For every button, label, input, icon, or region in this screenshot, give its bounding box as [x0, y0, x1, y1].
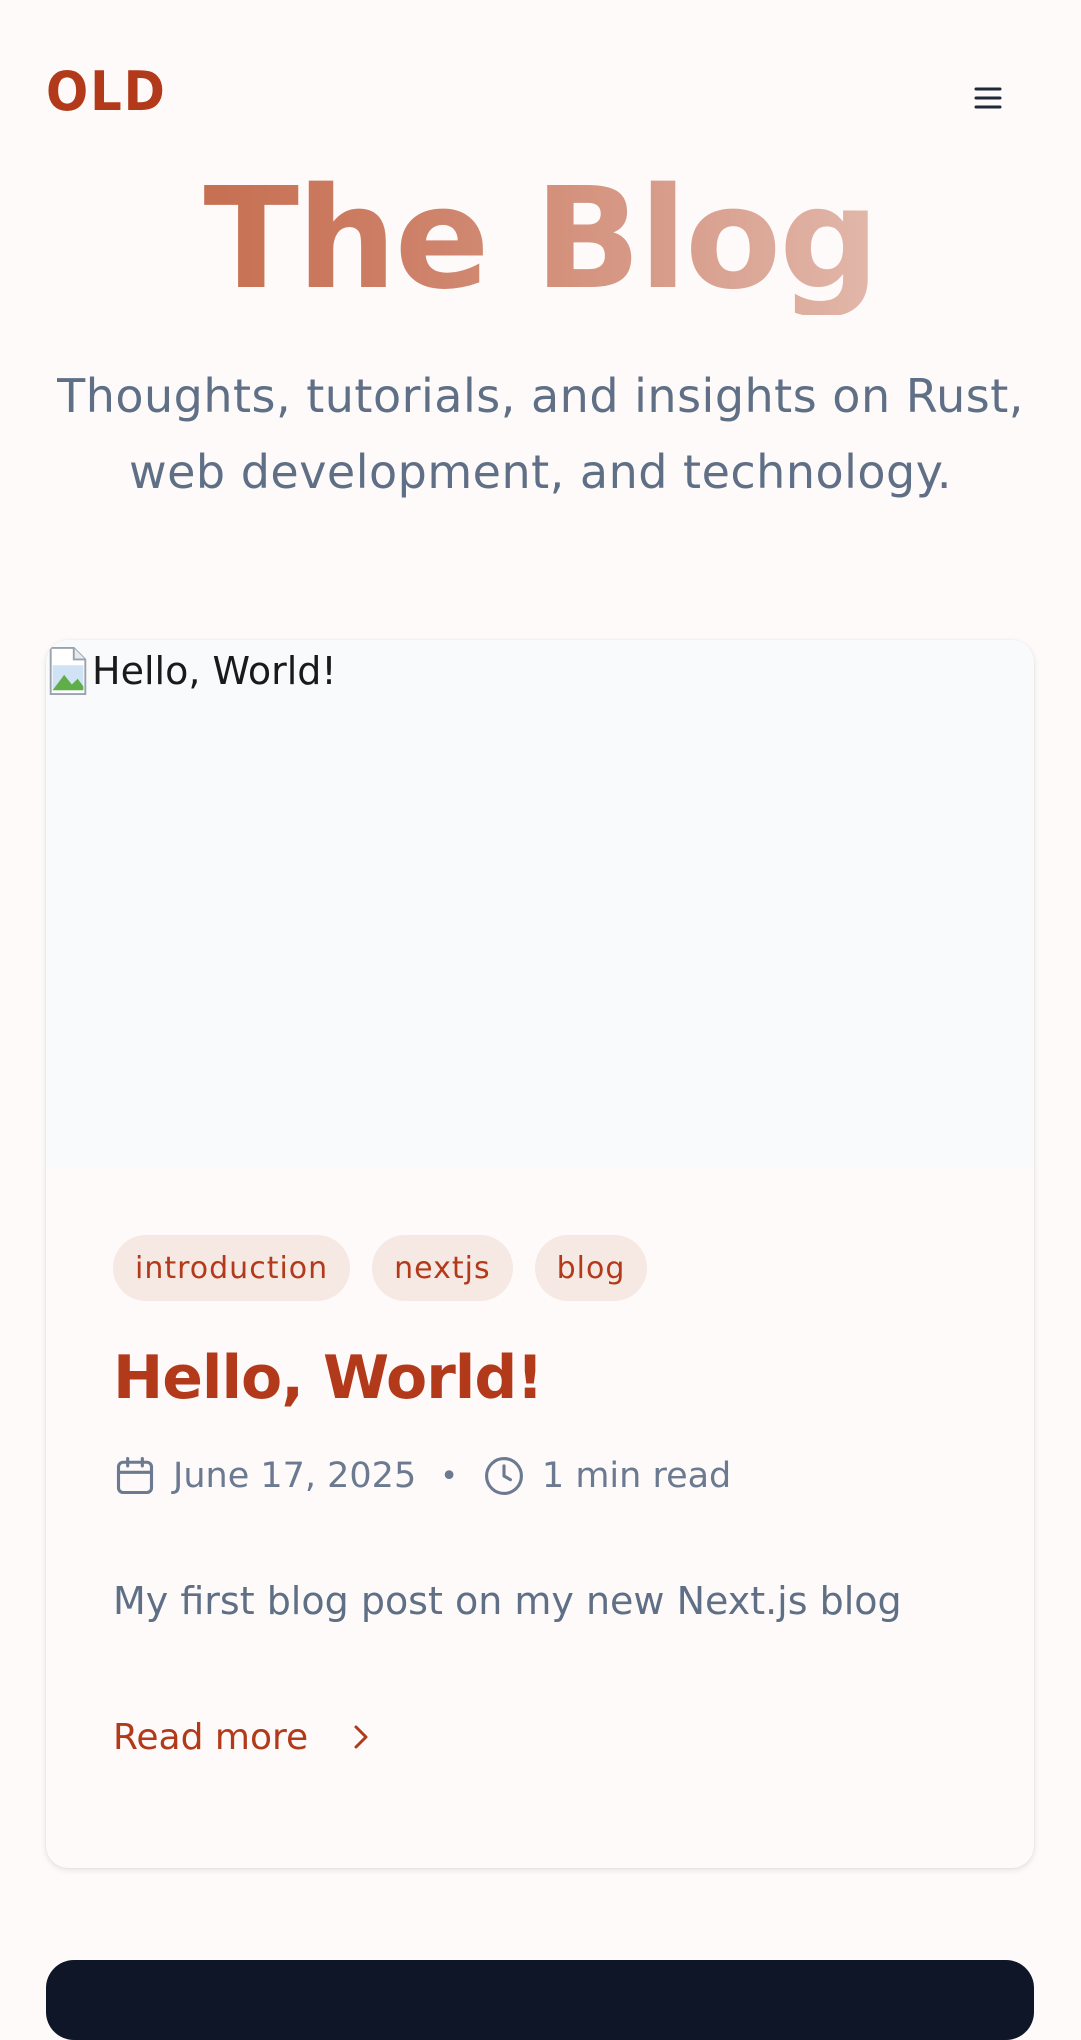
tag-blog[interactable]: blog	[534, 1235, 648, 1301]
page-subtitle: Thoughts, tutorials, and insights on Rus…	[57, 369, 1024, 499]
post-cover-image[interactable]: Hello, World!	[46, 640, 1034, 1168]
broken-image-icon	[49, 646, 87, 696]
broken-image: Hello, World!	[46, 640, 337, 702]
post-date: June 17, 2025	[173, 1456, 417, 1496]
chevron-right-icon	[354, 1725, 368, 1749]
read-more-label: Read more	[113, 1716, 309, 1758]
clock-icon	[484, 1457, 523, 1495]
post-read-time: 1 min read	[541, 1456, 732, 1496]
calendar-icon	[116, 1457, 154, 1495]
post-card[interactable]: Hello, World! introduction nextjs blog H…	[46, 640, 1034, 1868]
tag-nextjs[interactable]: nextjs	[372, 1235, 513, 1301]
post-meta: June 17, 2025 • 1 min read	[113, 1448, 731, 1504]
meta-separator: •	[440, 1458, 458, 1494]
post-title[interactable]: Hello, World!	[113, 1340, 544, 1416]
post-excerpt: My first blog post on my new Next.js blo…	[113, 1579, 902, 1623]
site-logo[interactable]: OLD	[46, 60, 167, 124]
read-more-link[interactable]: Read more	[113, 1705, 376, 1769]
image-alt-text: Hello, World!	[92, 649, 337, 693]
footer-section	[46, 1960, 1034, 2040]
hamburger-menu-icon	[974, 87, 1002, 109]
tag-introduction[interactable]: introduction	[113, 1235, 351, 1301]
tag-list: introduction nextjs blog	[113, 1235, 648, 1301]
menu-button[interactable]	[960, 70, 1016, 126]
page-title: The Blog	[0, 165, 1081, 315]
